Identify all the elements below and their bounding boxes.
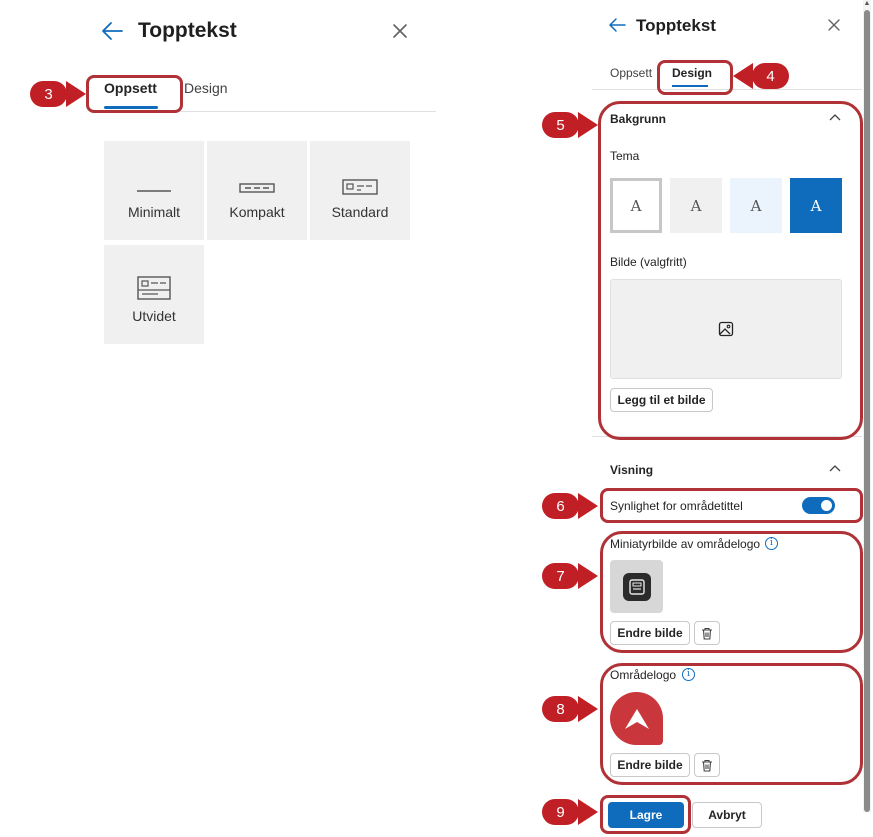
callout-pointer (578, 563, 598, 589)
layout-minimal-tile[interactable]: Minimalt (104, 141, 204, 240)
callout-number: 8 (542, 696, 579, 722)
highlight-thumbnail (600, 531, 863, 653)
highlight-visibility-toggle (600, 488, 863, 523)
scroll-up-arrow-icon[interactable]: ▲ (863, 0, 871, 7)
back-arrow-icon[interactable] (100, 20, 124, 42)
close-icon[interactable] (392, 23, 408, 39)
callout-pointer (578, 696, 598, 722)
tab-design[interactable]: Design (184, 80, 228, 96)
highlight-design-tab (657, 60, 733, 95)
callout-marker-7: 7 (542, 563, 600, 589)
callout-marker-3: 3 (30, 81, 88, 107)
callout-number: 4 (752, 63, 789, 89)
close-icon[interactable] (828, 19, 840, 31)
scrollbar-thumb[interactable] (864, 10, 870, 812)
callout-pointer (578, 493, 598, 519)
tab-oppsett[interactable]: Oppsett (610, 66, 652, 80)
chevron-up-icon[interactable] (829, 464, 841, 472)
layout-standard-label: Standard (331, 204, 389, 220)
layout-standard-icon (342, 179, 378, 195)
callout-pointer (733, 63, 753, 89)
layout-compact-label: Kompakt (229, 204, 285, 220)
callout-number: 3 (30, 81, 67, 107)
cancel-button[interactable]: Avbryt (692, 802, 762, 828)
highlight-site-logo (600, 663, 863, 785)
callout-marker-6: 6 (542, 493, 600, 519)
callout-number: 7 (542, 563, 579, 589)
callout-pointer (578, 112, 598, 138)
layout-extended-tile[interactable]: Utvidet (104, 245, 204, 344)
callout-pointer (66, 81, 86, 107)
layout-extended-icon (137, 276, 171, 300)
layout-minimal-label: Minimalt (127, 204, 181, 220)
callout-marker-5: 5 (542, 112, 600, 138)
layout-compact-icon (239, 183, 275, 193)
callout-number: 6 (542, 493, 579, 519)
layout-compact-tile[interactable]: Kompakt (207, 141, 307, 240)
callout-marker-9: 9 (542, 799, 600, 825)
callout-marker-4: 4 (733, 63, 791, 89)
panel-title: Topptekst (138, 19, 237, 42)
layout-extended-label: Utvidet (132, 308, 176, 324)
highlight-save-button (600, 795, 691, 834)
callout-pointer (578, 799, 598, 825)
back-arrow-icon[interactable] (608, 17, 626, 33)
callout-number: 5 (542, 112, 579, 138)
panel-title: Topptekst (636, 16, 716, 35)
callout-marker-8: 8 (542, 696, 600, 722)
display-section-title: Visning (610, 463, 654, 477)
highlight-background-section (598, 101, 863, 440)
layout-standard-tile[interactable]: Standard (310, 141, 410, 240)
callout-number: 9 (542, 799, 579, 825)
layout-minimal-icon (137, 190, 171, 192)
highlight-oppsett-tab (86, 75, 183, 113)
